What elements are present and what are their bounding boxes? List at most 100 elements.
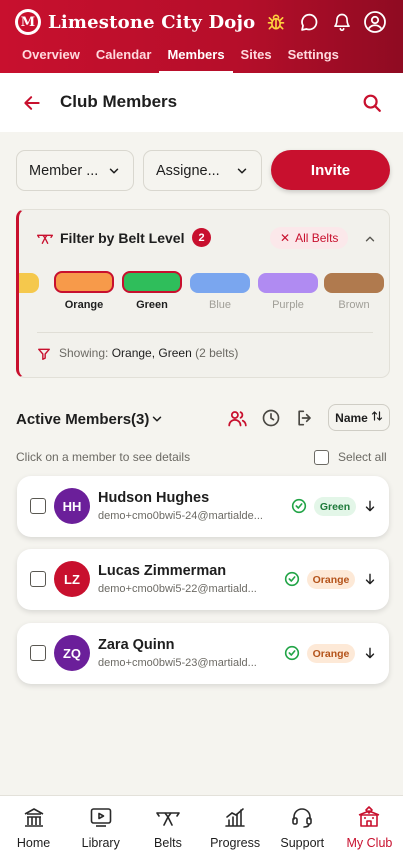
belt-option-yellow[interactable] [19,271,41,299]
clear-belt-filter-button[interactable]: ✕ All Belts [270,227,349,249]
member-email: demo+cmo0bwi5-24@martialde... [98,510,263,522]
check-circle-icon [284,571,300,587]
member-email: demo+cmo0bwi5-23@martiald... [98,657,257,669]
member-checkbox[interactable] [30,571,46,587]
back-arrow-icon[interactable] [22,93,42,113]
clock-icon[interactable] [260,407,282,429]
check-circle-icon [284,645,300,661]
belt-icon [156,812,180,826]
belt-label: Green [136,299,168,311]
home-icon [24,808,43,827]
brand-logo-initial: M [18,12,38,32]
arrow-down-icon[interactable] [363,571,377,587]
logout-icon[interactable] [294,407,316,429]
filter-summary: Showing: Orange, Green (2 belts) [59,346,238,360]
belt-badge: Green [314,497,356,516]
nav-belts[interactable]: Belts [134,796,201,859]
assignee-select-value: Assigne... [156,162,220,179]
tab-settings[interactable]: Settings [280,46,347,73]
belt-option-blue[interactable]: Blue [188,271,252,311]
chevron-down-icon[interactable] [150,412,164,426]
belt-label: Blue [208,299,232,311]
club-building-icon [359,806,380,827]
assignee-select[interactable]: Assigne... [143,150,262,191]
filter-summary-values: Orange, Green [111,346,192,360]
invite-button[interactable]: Invite [271,150,390,190]
chat-bubble-icon[interactable] [297,10,321,34]
select-all-label[interactable]: Select all [338,450,387,464]
tab-calendar[interactable]: Calendar [88,46,160,73]
active-members-title[interactable]: Active Members(3) [16,411,149,428]
chevron-up-icon[interactable] [363,232,377,246]
filter-summary-suffix: (2 belts) [191,346,239,360]
belt-option-purple[interactable]: Purple [256,271,320,311]
nav-label: Library [81,836,120,850]
brand-name: Limestone City Dojo [48,11,256,33]
belt-option-green[interactable]: Green [120,271,184,311]
nav-my-club[interactable]: My Club [336,796,403,859]
page-title: Club Members [60,92,178,111]
belt-label: Brown [338,299,370,311]
tab-members[interactable]: Members [159,46,233,73]
bell-icon[interactable] [330,10,354,34]
members-hint: Click on a member to see details [16,450,191,464]
member-type-select[interactable]: Member ... [16,150,134,191]
bug-icon[interactable] [264,10,288,34]
nav-support[interactable]: Support [269,796,336,859]
belt-swatch [19,273,39,293]
bottom-nav: Home Library Belts Progress Support My C… [0,795,403,859]
member-name: Lucas Zimmerman [98,563,227,579]
play-video-icon [90,808,112,827]
belt-swatch [190,273,250,293]
chevron-down-icon [235,164,249,178]
belt-badge: Orange [307,644,355,663]
sort-arrows-icon [371,410,383,425]
belt-options: Orange Green Blue Purple Brown [19,271,390,316]
arrow-down-icon[interactable] [363,498,377,514]
chevron-down-icon [107,164,121,178]
app-header: M Limestone City Dojo Overview Calendar [0,0,403,73]
member-checkbox[interactable] [30,498,46,514]
member-card[interactable]: ZQ Zara Quinn demo+cmo0bwi5-23@martiald.… [17,623,389,684]
belt-icon [37,231,53,245]
nav-label: My Club [346,836,393,850]
belt-option-brown[interactable]: Brown [322,271,386,311]
nav-progress[interactable]: Progress [202,796,269,859]
member-checkbox[interactable] [30,645,46,661]
belt-label: Orange [64,299,104,311]
nav-label: Belts [154,836,182,850]
tab-overview[interactable]: Overview [14,46,88,73]
filter-count-badge: 2 [192,228,211,247]
search-icon[interactable] [361,92,383,114]
brand[interactable]: M Limestone City Dojo [15,9,255,35]
main-tabs: Overview Calendar Members Sites Settings [0,46,403,73]
filter-summary-prefix: Showing: [59,346,112,360]
nav-library[interactable]: Library [67,796,134,859]
member-card[interactable]: HH Hudson Hughes demo+cmo0bwi5-24@martia… [17,476,389,537]
member-card[interactable]: LZ Lucas Zimmerman demo+cmo0bwi5-22@mart… [17,549,389,610]
member-email: demo+cmo0bwi5-22@martiald... [98,583,257,595]
filter-funnel-icon [37,347,51,361]
tab-sites[interactable]: Sites [233,46,280,73]
belt-badge: Orange [307,570,355,589]
sort-button[interactable]: Name [328,404,390,431]
clear-belt-filter-label: All Belts [295,231,339,245]
avatar: LZ [54,561,90,597]
belt-filter-panel: Filter by Belt Level 2 ✕ All Belts Orang… [16,209,390,378]
user-circle-icon[interactable] [363,10,387,34]
belt-option-orange[interactable]: Orange [52,271,116,311]
nav-home[interactable]: Home [0,796,67,859]
close-icon: ✕ [280,231,291,245]
belt-swatch [54,271,114,293]
member-name: Hudson Hughes [98,490,210,506]
users-icon[interactable] [226,407,248,429]
member-type-select-value: Member ... [29,162,99,179]
avatar: ZQ [54,635,90,671]
headset-icon [292,808,313,828]
nav-label: Support [280,836,325,850]
select-all-checkbox[interactable] [314,450,329,465]
page-header: Club Members [0,73,403,132]
arrow-down-icon[interactable] [363,645,377,661]
belt-swatch [324,273,384,293]
belt-swatch [122,271,182,293]
